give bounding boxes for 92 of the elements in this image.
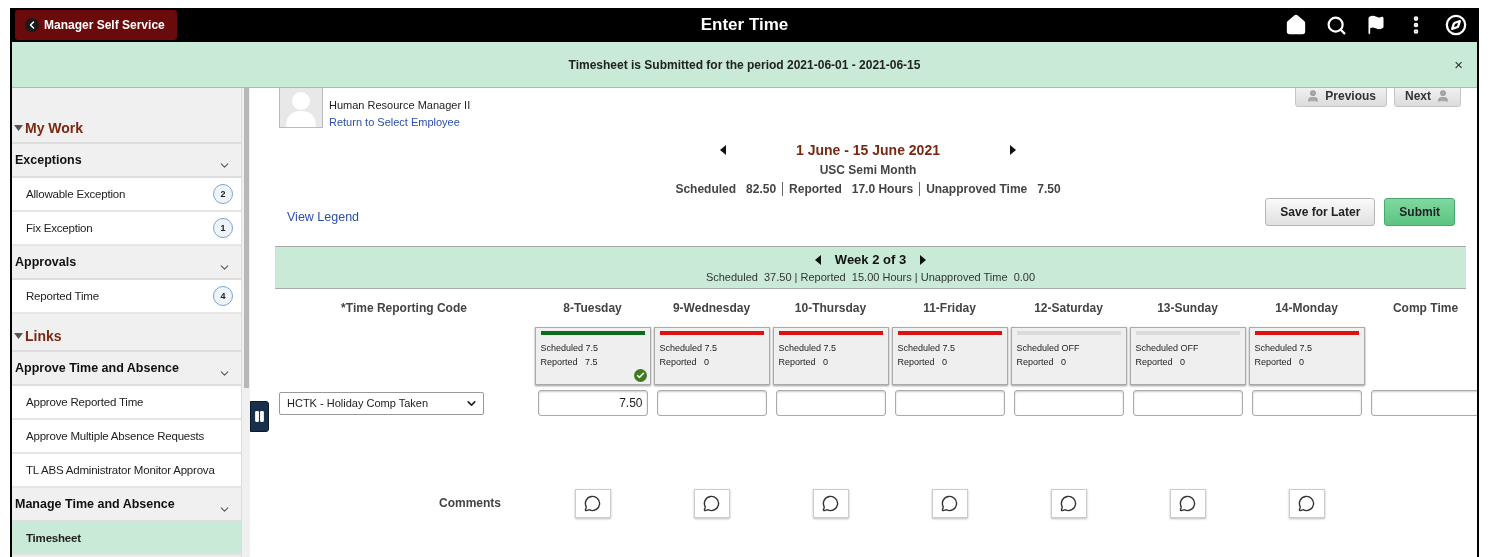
count-badge: 1	[213, 218, 233, 238]
collapse-triangle-icon	[14, 333, 23, 339]
previous-week-button[interactable]	[814, 254, 821, 265]
sidebar-item[interactable]: TL ABS Administrator Monitor Approva	[12, 454, 241, 488]
comment-button[interactable]	[1169, 488, 1206, 518]
scheduled-hours: Scheduled 7.5	[897, 342, 957, 355]
person-icon	[1436, 88, 1450, 103]
sidebar-item[interactable]: Fix Exception 1	[12, 212, 241, 246]
sidebar-item[interactable]: Approve Multiple Absence Requests	[12, 420, 241, 454]
speech-bubble-icon	[584, 494, 601, 512]
comment-button[interactable]	[1288, 488, 1325, 518]
hours-input[interactable]: 7.50	[537, 390, 648, 416]
return-link[interactable]: Return to Select Employee	[329, 116, 471, 128]
next-period-button[interactable]	[1010, 145, 1016, 155]
hours-input[interactable]	[1370, 390, 1477, 416]
reported-hours: Reported 0	[1016, 356, 1068, 369]
back-icon	[25, 18, 39, 32]
schedule-name: USC Semi Month	[819, 163, 917, 177]
speech-bubble-icon	[703, 494, 720, 512]
next-arrow-icon	[920, 254, 927, 265]
period-total: Scheduled 82.50	[674, 182, 778, 196]
save-button[interactable]: Save for Later	[1265, 198, 1376, 226]
day-header: 11-Friday	[922, 301, 977, 315]
hours-input[interactable]	[775, 390, 886, 416]
day-header: 10-Thursday	[793, 301, 868, 315]
period-range: 1 June - 15 June 2021	[796, 142, 940, 158]
scheduled-hours: Scheduled 7.5	[1254, 342, 1314, 355]
speech-bubble-icon	[941, 494, 958, 512]
reported-hours: Reported 0	[1135, 356, 1187, 369]
day-header: 13-Sunday	[1156, 301, 1219, 315]
back-button[interactable]: Manager Self Service	[15, 10, 177, 40]
sidebar-item[interactable]: Allowable Exception 2	[12, 178, 241, 212]
sidebar-item[interactable]: Timesheet	[12, 522, 241, 556]
day-header: 14-Monday	[1274, 301, 1339, 315]
column-header: Comp Time	[1391, 301, 1460, 315]
previous-button[interactable]: Previous	[1295, 88, 1387, 107]
speech-bubble-icon	[822, 494, 839, 512]
page-title: Enter Time	[700, 15, 789, 34]
job-title: Human Resource Manager II	[329, 99, 471, 111]
previous-period-button[interactable]	[720, 145, 726, 155]
reported-hours: Reported 7.5	[540, 356, 599, 369]
comment-button[interactable]	[1050, 488, 1087, 518]
hours-input[interactable]	[1251, 390, 1362, 416]
hours-input[interactable]	[1013, 390, 1124, 416]
day-header: 8-Tuesday	[562, 301, 623, 315]
legend-link[interactable]: View Legend	[287, 210, 360, 224]
previous-arrow-icon	[720, 145, 726, 155]
reported-hours: Reported 0	[897, 356, 949, 369]
compass-icon[interactable]	[1443, 12, 1469, 38]
count-badge: 2	[213, 184, 233, 204]
hours-input[interactable]	[1132, 390, 1243, 416]
reported-hours: Reported 0	[778, 356, 830, 369]
day-header: 9-Wednesday	[671, 301, 752, 315]
comment-button[interactable]	[574, 488, 611, 518]
speech-bubble-icon	[1060, 494, 1077, 512]
scheduled-hours: Scheduled OFF	[1135, 342, 1200, 355]
sidebar-item[interactable]: Approve Reported Time	[12, 386, 241, 420]
hours-input[interactable]	[894, 390, 1005, 416]
next-week-button[interactable]	[920, 254, 927, 265]
scheduled-hours: Scheduled OFF	[1016, 342, 1081, 355]
next-arrow-icon	[1010, 145, 1016, 155]
week-title: Week 2 of 3	[834, 252, 907, 267]
hours-input[interactable]	[656, 390, 767, 416]
comment-button[interactable]	[812, 488, 849, 518]
column-header: *Time Reporting Code	[341, 301, 467, 315]
comments-label: Comments	[439, 496, 501, 510]
scheduled-hours: Scheduled 7.5	[659, 342, 719, 355]
submit-button[interactable]: Submit	[1384, 198, 1455, 226]
person-icon	[1306, 88, 1321, 103]
reported-hours: Reported 0	[1254, 356, 1306, 369]
avatar	[279, 88, 323, 128]
comment-button[interactable]	[931, 488, 968, 518]
previous-arrow-icon	[814, 254, 821, 265]
next-button[interactable]: Next	[1394, 88, 1461, 107]
speech-bubble-icon	[1298, 494, 1315, 512]
collapse-triangle-icon	[14, 125, 23, 131]
speech-bubble-icon	[1179, 494, 1196, 512]
comment-button[interactable]	[693, 488, 730, 518]
check-icon	[633, 369, 647, 382]
scheduled-hours: Scheduled 7.5	[540, 342, 600, 355]
count-badge: 4	[213, 286, 233, 306]
close-button[interactable]: ×	[1452, 56, 1465, 73]
banner-message: Timesheet is Submitted for the period 2021-06-01 - 2021-06-15	[568, 57, 921, 72]
week-summary: Scheduled 37.50 | Reported 15.00 Hours | Unapproved Time 0.00	[705, 271, 1036, 283]
period-total: Reported 17.0 Hours	[788, 182, 915, 196]
time-code-select[interactable]: HCTK - Holiday Comp Taken	[279, 391, 484, 415]
period-total: Unapproved Time 7.50	[925, 182, 1062, 196]
sidebar-item[interactable]: Reported Time 4	[12, 280, 241, 314]
pause-handle[interactable]	[250, 401, 269, 432]
scheduled-hours: Scheduled 7.5	[778, 342, 838, 355]
reported-hours: Reported 0	[659, 356, 711, 369]
day-header: 12-Saturday	[1033, 301, 1104, 315]
